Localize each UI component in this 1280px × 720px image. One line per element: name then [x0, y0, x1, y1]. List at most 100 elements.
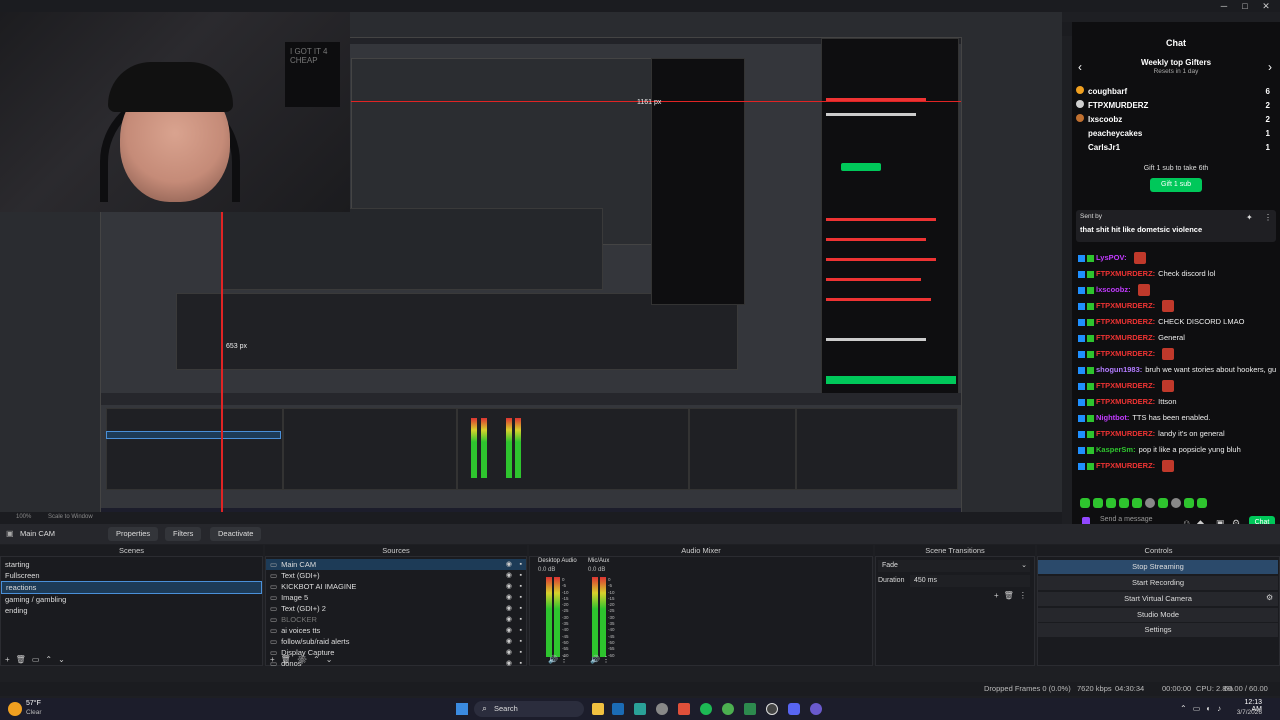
- source-item[interactable]: ▭ ai voices tts ◉ ▪: [266, 625, 526, 636]
- chat-username[interactable]: FTPXMURDERZ:: [1096, 397, 1155, 406]
- filters-button[interactable]: Filters: [165, 527, 202, 541]
- chat-username[interactable]: LysPOV:: [1096, 253, 1127, 262]
- chat-username[interactable]: KasperSm:: [1096, 445, 1136, 454]
- zoom-level[interactable]: 100%: [16, 514, 31, 520]
- scene-item[interactable]: gaming / gambling: [1, 594, 262, 605]
- scene-item[interactable]: ending: [1, 605, 262, 616]
- file-explorer-icon[interactable]: [592, 703, 604, 715]
- lock-icon[interactable]: ▪: [520, 581, 522, 592]
- source-item[interactable]: ▭ Image 5 ◉ ▪: [266, 592, 526, 603]
- chat-username[interactable]: FTPXMURDERZ:: [1096, 429, 1155, 438]
- source-item[interactable]: ▭ BLOCKER ◉ ▪: [266, 614, 526, 625]
- maximize-icon[interactable]: □: [1236, 0, 1254, 12]
- stream-time: 04:30:34: [1115, 684, 1145, 693]
- chat-username[interactable]: FTPXMURDERZ:: [1096, 317, 1155, 326]
- visibility-icon[interactable]: ◉: [506, 636, 512, 647]
- virtual-camera-settings-icon[interactable]: ⚙: [1266, 593, 1273, 602]
- studio-mode-button[interactable]: Studio Mode: [1038, 608, 1278, 622]
- mic-menu-icon[interactable]: ⋮: [602, 655, 610, 664]
- app-purple-icon[interactable]: [810, 703, 822, 715]
- scale-to-window[interactable]: Scale to Window: [48, 514, 93, 520]
- app-icon[interactable]: [634, 703, 646, 715]
- chrome-icon[interactable]: [722, 703, 734, 715]
- deactivate-button[interactable]: Deactivate: [210, 527, 262, 541]
- chat-text: TTS has been enabled.: [1132, 413, 1211, 422]
- weather-icon[interactable]: [8, 702, 22, 716]
- source-item[interactable]: ▭ Main CAM ◉ ▪: [266, 559, 526, 570]
- visibility-icon[interactable]: ◉: [506, 614, 512, 625]
- mic-volume-icon[interactable]: 🔊: [590, 655, 600, 664]
- start-virtual-camera-button[interactable]: Start Virtual Camera: [1038, 592, 1278, 606]
- settings-button[interactable]: Settings: [1038, 623, 1278, 637]
- chat-username[interactable]: FTPXMURDERZ:: [1096, 269, 1155, 278]
- chat-username[interactable]: FTPXMURDERZ:: [1096, 333, 1155, 342]
- chat-message: FTPXMURDERZ:: [1078, 298, 1276, 314]
- close-icon[interactable]: ✕: [1257, 0, 1275, 12]
- start-icon[interactable]: [456, 703, 468, 715]
- visibility-icon[interactable]: ◉: [506, 625, 512, 636]
- badge-icon: [1087, 462, 1094, 470]
- lock-icon[interactable]: ▪: [520, 625, 522, 636]
- badge-icon: [1087, 318, 1094, 326]
- source-item[interactable]: ▭ follow/sub/raid alerts ◉ ▪: [266, 636, 526, 647]
- lock-icon[interactable]: ▪: [520, 592, 522, 603]
- chat-username[interactable]: lxscoobz:: [1096, 285, 1131, 294]
- visibility-icon[interactable]: ◉: [506, 658, 512, 669]
- lock-icon[interactable]: ▪: [520, 570, 522, 581]
- emote-bar[interactable]: [1080, 498, 1230, 508]
- source-item[interactable]: ▭ KICKBOT AI IMAGINE ◉ ▪: [266, 581, 526, 592]
- more-icon[interactable]: ⋮: [1264, 213, 1272, 222]
- settings-gear-icon[interactable]: [656, 703, 668, 715]
- brave-icon[interactable]: [678, 703, 690, 715]
- gifter-name[interactable]: peacheycakes: [1088, 129, 1142, 138]
- lock-icon[interactable]: ▪: [520, 603, 522, 614]
- scene-toolbar[interactable]: +🗑▭⌃⌄: [5, 655, 71, 664]
- visibility-icon[interactable]: ◉: [506, 559, 512, 570]
- visibility-icon[interactable]: ◉: [506, 581, 512, 592]
- scene-item[interactable]: reactions: [1, 581, 262, 594]
- chat-input[interactable]: Send a message: [1100, 516, 1170, 524]
- minimize-icon[interactable]: ─: [1215, 0, 1233, 12]
- visibility-icon[interactable]: ◉: [506, 570, 512, 581]
- system-tray[interactable]: ⌃▭◐♪: [1180, 704, 1227, 713]
- lock-icon[interactable]: ▪: [520, 658, 522, 669]
- source-item[interactable]: ▭ Text (GDI+) ◉ ▪: [266, 570, 526, 581]
- lock-icon[interactable]: ▪: [520, 647, 522, 658]
- duration-input[interactable]: 450 ms: [910, 575, 1030, 587]
- properties-button[interactable]: Properties: [108, 527, 159, 541]
- lock-icon[interactable]: ▪: [520, 614, 522, 625]
- gifter-name[interactable]: CarlsJr1: [1088, 143, 1120, 152]
- stop-streaming-button[interactable]: Stop Streaming: [1038, 560, 1278, 574]
- lock-icon[interactable]: ▪: [520, 559, 522, 570]
- scene-item[interactable]: starting: [1, 559, 262, 570]
- discord-icon[interactable]: [788, 703, 800, 715]
- visibility-icon[interactable]: ◉: [506, 647, 512, 658]
- chat-username[interactable]: FTPXMURDERZ:: [1096, 381, 1155, 390]
- transition-toolbar[interactable]: +🗑⋮: [994, 591, 1032, 600]
- chat-username[interactable]: FTPXMURDERZ:: [1096, 461, 1155, 470]
- scene-item[interactable]: Fullscreen: [1, 570, 262, 581]
- obs-icon[interactable]: [766, 703, 778, 715]
- chat-username[interactable]: Nightbot:: [1096, 413, 1129, 422]
- visibility-icon[interactable]: ◉: [506, 592, 512, 603]
- gifter-name[interactable]: lxscoobz: [1088, 115, 1122, 124]
- source-toolbar-buttons[interactable]: +🗑⚙⌃⌄: [270, 655, 338, 664]
- gifter-name[interactable]: FTPXMURDERZ: [1088, 101, 1148, 110]
- gift-sub-button[interactable]: Gift 1 sub: [1150, 178, 1202, 192]
- lock-icon[interactable]: ▪: [520, 636, 522, 647]
- start-recording-button[interactable]: Start Recording: [1038, 576, 1278, 590]
- program-preview[interactable]: 653 px 1161 px I GOT IT 4 CHEAP: [0, 12, 1062, 512]
- visibility-icon[interactable]: ◉: [506, 603, 512, 614]
- chat-username[interactable]: FTPXMURDERZ:: [1096, 301, 1155, 310]
- chat-username[interactable]: FTPXMURDERZ:: [1096, 349, 1155, 358]
- steam-icon[interactable]: [612, 703, 624, 715]
- taskbar-search[interactable]: ⌕ Search: [474, 701, 584, 717]
- chat-username[interactable]: shogun1983:: [1096, 365, 1142, 374]
- app-green-icon[interactable]: [744, 703, 756, 715]
- transition-select[interactable]: Fade ⌄: [878, 560, 1030, 572]
- source-item[interactable]: ▭ Text (GDI+) 2 ◉ ▪: [266, 603, 526, 614]
- spotify-icon[interactable]: [700, 703, 712, 715]
- desktop-audio-menu-icon[interactable]: ⋮: [560, 655, 568, 664]
- gifter-name[interactable]: coughbarf: [1088, 87, 1127, 96]
- desktop-audio-volume-icon[interactable]: 🔊: [548, 655, 558, 664]
